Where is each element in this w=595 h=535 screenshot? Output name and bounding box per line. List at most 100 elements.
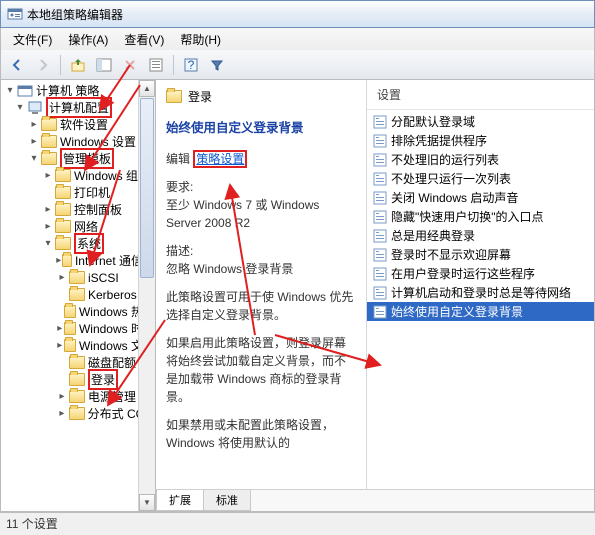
tree-label: 控制面板 (74, 201, 122, 218)
folder-icon (69, 390, 85, 403)
tree-admin-templates[interactable]: ▾管理模板 (1, 150, 155, 167)
policy-icon (17, 84, 33, 98)
tree-label: 登录 (88, 369, 118, 390)
settings-row[interactable]: 计算机启动和登录时总是等待网络 (367, 283, 594, 302)
settings-panel: 设置 分配默认登录域排除凭据提供程序不处理旧的运行列表不处理只运行一次列表关闭 … (366, 80, 594, 489)
folder-icon (64, 339, 75, 352)
filter-button[interactable] (205, 53, 229, 77)
chevron-right-icon: ▸ (55, 390, 69, 404)
settings-row[interactable]: 登录时不显示欢迎屏幕 (367, 245, 594, 264)
settings-row[interactable]: 关闭 Windows 启动声音 (367, 188, 594, 207)
delete-button[interactable] (118, 53, 142, 77)
chevron-right-icon: ▸ (27, 118, 41, 132)
tree-win-time[interactable]: ▸Windows 时间 (1, 320, 155, 337)
forward-button[interactable] (31, 53, 55, 77)
setting-icon (373, 305, 387, 319)
folder-icon (64, 305, 75, 318)
settings-row[interactable]: 不处理旧的运行列表 (367, 150, 594, 169)
properties-button[interactable] (144, 53, 168, 77)
setting-label: 排除凭据提供程序 (391, 132, 487, 149)
settings-row[interactable]: 在用户登录时运行这些程序 (367, 264, 594, 283)
description: 描述: 忽略 Windows 登录背景 (166, 242, 356, 278)
tree-label: 管理模板 (60, 148, 114, 169)
folder-icon (166, 90, 182, 103)
up-button[interactable] (66, 53, 90, 77)
settings-header: 设置 (367, 80, 594, 110)
tree-label: 系统 (74, 233, 104, 254)
chevron-right-icon: ▸ (55, 271, 69, 285)
settings-row[interactable]: 隐藏"快速用户切换"的入口点 (367, 207, 594, 226)
setting-icon (373, 210, 387, 224)
tab-bar: 扩展 标准 (156, 489, 594, 511)
policy-settings-link[interactable]: 策略设置 (193, 150, 247, 168)
menu-view[interactable]: 查看(V) (116, 29, 172, 50)
tree-win-file[interactable]: ▸Windows 文件 (1, 337, 155, 354)
main-content: ▾ 计算机 策略 ▾ 计算机配置 ▸软件设置 ▸Windows 设置 ▾管理模板… (0, 80, 595, 512)
tree-disk-quota[interactable]: 磁盘配额 (1, 354, 155, 371)
folder-icon (69, 271, 85, 284)
settings-row[interactable]: 总是用经典登录 (367, 226, 594, 245)
tree-iscsi[interactable]: ▸ iSCSI (1, 269, 155, 286)
tree-software[interactable]: ▸ 软件设置 (1, 116, 155, 133)
back-button[interactable] (5, 53, 29, 77)
tab-extended[interactable]: 扩展 (156, 490, 204, 511)
folder-icon (55, 220, 71, 233)
body-3: 如果禁用或未配置此策略设置，Windows 将使用默认的 (166, 416, 356, 452)
tree-label: 软件设置 (60, 116, 108, 133)
settings-row[interactable]: 分配默认登录域 (367, 112, 594, 131)
chevron-down-icon: ▾ (3, 84, 17, 98)
statusbar: 11 个设置 (0, 512, 595, 534)
folder-icon (55, 169, 71, 182)
setting-label: 总是用经典登录 (391, 227, 475, 244)
tree-win-components[interactable]: ▸Windows 组件 (1, 167, 155, 184)
scroll-thumb[interactable] (140, 98, 154, 278)
tree-win-hot[interactable]: Windows 热启 (1, 303, 155, 320)
tree-printers[interactable]: 打印机 (1, 184, 155, 201)
menubar: 文件(F) 操作(A) 查看(V) 帮助(H) (0, 28, 595, 50)
setting-label: 关闭 Windows 启动声音 (391, 189, 518, 206)
setting-label: 在用户登录时运行这些程序 (391, 265, 535, 282)
menu-action[interactable]: 操作(A) (60, 29, 116, 50)
tree-distributed-com[interactable]: ▸分布式 COM (1, 405, 155, 422)
edit-label: 编辑 (166, 152, 190, 166)
folder-icon (55, 203, 71, 216)
settings-row[interactable]: 排除凭据提供程序 (367, 131, 594, 150)
scroll-down-button[interactable]: ▼ (139, 494, 155, 511)
chevron-right-icon: ▸ (55, 339, 64, 353)
tree-scrollbar[interactable]: ▲ ▼ (138, 80, 155, 511)
breadcrumb-label: 登录 (188, 88, 212, 105)
chevron-right-icon: ▸ (41, 169, 55, 183)
tree-system[interactable]: ▾系统 (1, 235, 155, 252)
chevron-right-icon: ▸ (55, 407, 69, 421)
chevron-right-icon: ▸ (55, 254, 62, 268)
settings-row[interactable]: 始终使用自定义登录背景 (367, 302, 594, 321)
tree-logon[interactable]: 登录 (1, 371, 155, 388)
menu-file[interactable]: 文件(F) (5, 29, 60, 50)
toolbar: ? (0, 50, 595, 80)
settings-row[interactable]: 不处理只运行一次列表 (367, 169, 594, 188)
tree-label: iSCSI (88, 271, 119, 285)
tree-label: 电源管理 (88, 388, 136, 405)
tree-panel: ▾ 计算机 策略 ▾ 计算机配置 ▸软件设置 ▸Windows 设置 ▾管理模板… (1, 80, 156, 511)
folder-icon (69, 407, 85, 420)
requirements: 要求: 至少 Windows 7 或 Windows Server 2008 R… (166, 178, 356, 232)
setting-label: 分配默认登录域 (391, 113, 475, 130)
show-hide-tree-button[interactable] (92, 53, 116, 77)
scroll-up-button[interactable]: ▲ (139, 80, 155, 97)
tree-computer-config[interactable]: ▾ 计算机配置 (1, 99, 155, 116)
help-button[interactable]: ? (179, 53, 203, 77)
setting-icon (373, 115, 387, 129)
tree-power[interactable]: ▸ 电源管理 (1, 388, 155, 405)
setting-title: 始终使用自定义登录背景 (166, 117, 356, 136)
setting-label: 计算机启动和登录时总是等待网络 (391, 284, 571, 301)
folder-icon (62, 254, 71, 267)
detail-panel: 登录 始终使用自定义登录背景 编辑 策略设置 要求: 至少 Windows 7 … (156, 80, 366, 489)
tree-internet[interactable]: ▸Internet 通信管 (1, 252, 155, 269)
tree-control-panel[interactable]: ▸控制面板 (1, 201, 155, 218)
menu-help[interactable]: 帮助(H) (172, 29, 229, 50)
setting-label: 始终使用自定义登录背景 (391, 303, 523, 320)
setting-icon (373, 172, 387, 186)
body-1: 此策略设置可用于使 Windows 优先选择自定义登录背景。 (166, 288, 356, 324)
tab-standard[interactable]: 标准 (203, 490, 251, 511)
tree-kerberos[interactable]: Kerberos (1, 286, 155, 303)
